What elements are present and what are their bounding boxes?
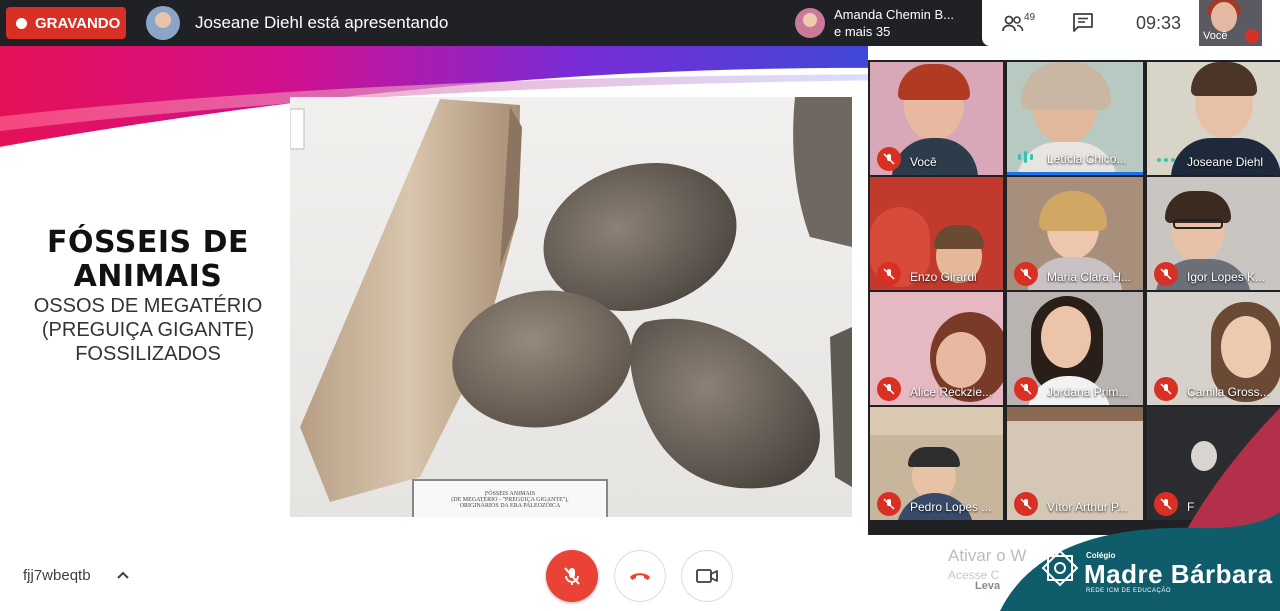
speaking-icon [1018,151,1033,163]
fossil-illustration [290,97,852,502]
chevron-up-icon[interactable] [116,568,130,582]
presenter-avatar [146,6,180,40]
people-icon [1002,15,1024,32]
participant-name: Joseane Diehl [1187,155,1264,169]
participant-tile[interactable]: Camila Gross... [1147,292,1280,405]
subtitle-line: OSSOS DE MEGATÉRIO [33,295,263,317]
participant-tile[interactable]: Letícia Chico... [1007,62,1143,175]
participant-tile[interactable]: Maria Clara H... [1007,177,1143,290]
participant-name: Pedro Lopes ... [910,500,992,514]
participant-tile[interactable]: Igor Lopes K... [1147,177,1280,290]
top-bar: GRAVANDO Joseane Diehl está apresentando… [0,0,1280,46]
mic-off-icon [1014,262,1038,286]
participant-name: Jordana Prim... [1047,385,1129,399]
chat-icon [1073,13,1093,32]
presenter-status: Joseane Diehl está apresentando [195,13,449,32]
participant-name: Maria Clara H... [1047,270,1132,284]
top-right-panel: 49 09:33 Você [982,0,1280,46]
viewer-more-count: e mais 35 [834,24,891,39]
logo-tagline: REDE ICM DE EDUCAÇÃO [1086,588,1172,594]
mic-off-icon [564,567,580,585]
participant-tile[interactable]: Pedro Lopes ... [870,407,1003,520]
participant-name: Igor Lopes K... [1187,270,1266,284]
self-label: Você [1203,30,1228,42]
subtitle-line: (PREGUIÇA GIGANTE) [41,319,255,341]
participant-tile[interactable]: Você [870,62,1003,175]
hang-up-button[interactable] [614,550,666,602]
mic-off-icon [1154,377,1178,401]
mic-off-icon [1245,29,1259,43]
windows-activation-subtitle-2: Leva [975,580,1001,592]
people-button[interactable]: 49 [1002,10,1050,38]
phone-hangup-icon [630,573,650,580]
record-dot-icon [16,17,27,29]
mic-off-icon [877,262,901,286]
viewer-avatar [795,8,825,38]
participant-tile[interactable]: Joseane Diehl [1147,62,1280,175]
slide-subtitle: OSSOS DE MEGATÉRIO (PREGUIÇA GIGANTE) FO… [18,294,278,366]
presentation-slide: FÓSSEIS DE ANIMAIS OSSOS DE MEGATÉRIO (P… [0,46,868,546]
mic-off-icon [1154,262,1178,286]
subtitle-line: FOSSILIZADOS [75,343,221,365]
recording-label: GRAVANDO [35,14,121,32]
people-count: 49 [1024,12,1036,23]
slide-title: FÓSSEIS DE ANIMAIS [47,225,249,294]
school-logo: Colégio Madre Bárbara REDE ICM DE EDUCAÇ… [1000,400,1280,611]
chat-button[interactable] [1072,12,1096,34]
participant-tile[interactable]: Jordana Prim... [1007,292,1143,405]
participant-name: Letícia Chico... [1047,152,1127,166]
mic-off-icon [1014,377,1038,401]
logo-mark-icon [1041,549,1079,587]
recording-badge[interactable]: GRAVANDO [6,7,126,39]
clock: 09:33 [1136,13,1182,33]
mic-off-icon [877,147,901,171]
participant-name: Camila Gross... [1187,385,1270,399]
video-camera-icon [696,569,718,583]
logo-main-text: Madre Bárbara [1084,559,1273,589]
self-preview[interactable]: Você [1199,0,1262,46]
mic-toggle-button[interactable] [546,550,598,602]
fossil-photo: FÓSSEIS ANIMAIS (DE MEGATÉRIO - "PREGUIÇ… [290,97,852,517]
meeting-code[interactable]: fjj7wbeqtb [23,567,91,584]
participant-name: Você [910,155,937,169]
mic-off-icon [877,377,901,401]
mic-off-icon [877,492,901,516]
presenting-dots-icon [1157,158,1175,162]
meet-window: GRAVANDO Joseane Diehl está apresentando… [0,0,1280,611]
camera-toggle-button[interactable] [681,550,733,602]
participant-name: Alice Reckzie... [910,385,993,399]
participant-name: Enzo Girardi [910,270,977,284]
participant-tile[interactable]: Alice Reckzie... [870,292,1003,405]
viewer-name: Amanda Chemin B... [834,7,954,22]
fossil-plaque: FÓSSEIS ANIMAIS (DE MEGATÉRIO - "PREGUIÇ… [412,479,608,517]
participant-tile[interactable]: Enzo Girardi [870,177,1003,290]
